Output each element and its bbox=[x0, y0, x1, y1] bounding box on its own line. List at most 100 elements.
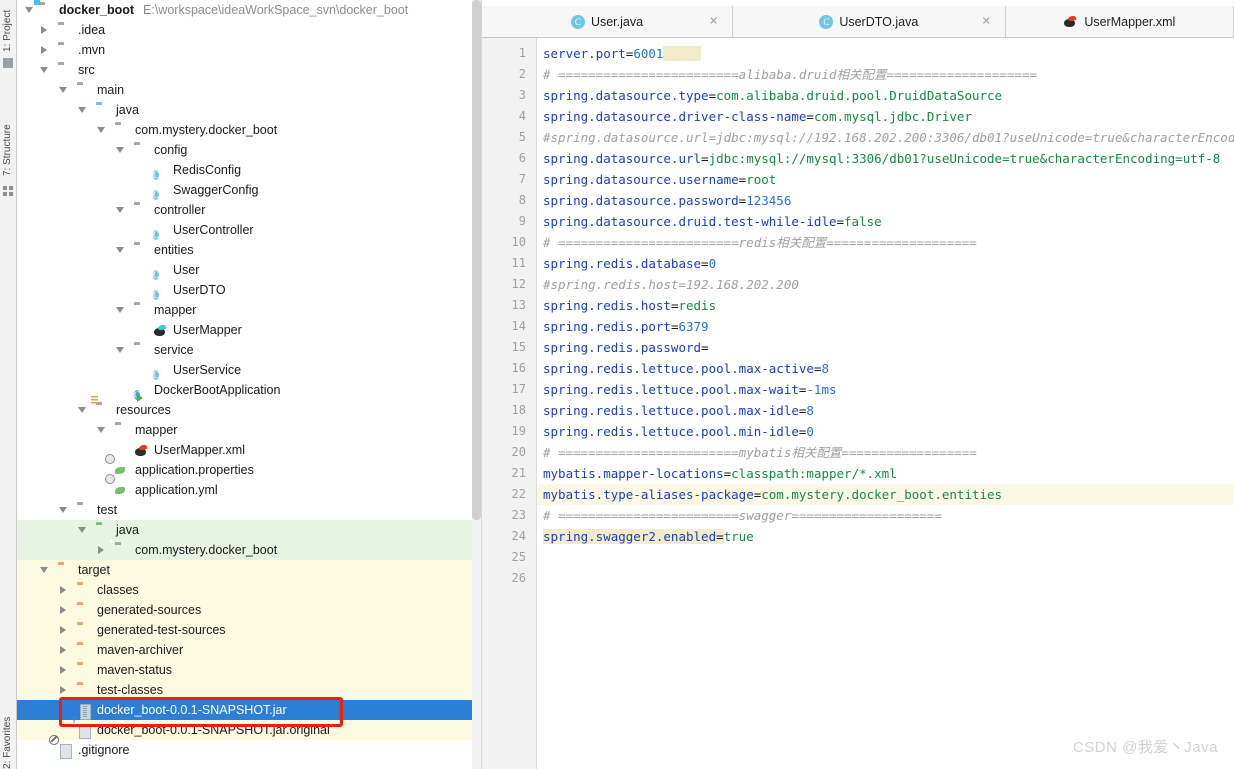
chevron-down-icon[interactable] bbox=[40, 67, 48, 73]
code-line[interactable]: #spring.redis.host=192.168.202.200 bbox=[537, 274, 1234, 295]
tree-row[interactable]: src bbox=[17, 60, 472, 80]
project-tree-panel[interactable]: docker_boot E:\workspace\ideaWorkSpace_sv… bbox=[17, 0, 472, 769]
chevron-right-icon[interactable] bbox=[41, 25, 47, 34]
chevron-right-icon[interactable] bbox=[60, 605, 66, 614]
code-line[interactable]: mybatis.mapper-locations=classpath:mappe… bbox=[537, 463, 1234, 484]
chevron-down-icon[interactable] bbox=[78, 527, 86, 533]
code-line[interactable]: spring.datasource.username=root bbox=[537, 169, 1234, 190]
code-line[interactable]: server.port=6001 bbox=[537, 43, 1234, 64]
chevron-down-icon[interactable] bbox=[116, 307, 124, 313]
code-line[interactable]: # ========================swagger=======… bbox=[537, 505, 1234, 526]
chevron-down-icon[interactable] bbox=[97, 127, 105, 133]
tree-row[interactable]: maven-archiver bbox=[17, 640, 472, 660]
tree-row[interactable]: ? docker_boot-0.0.1-SNAPSHOT.jar.original bbox=[17, 716, 472, 740]
code-line[interactable]: spring.redis.lettuce.pool.max-wait=-1ms bbox=[537, 379, 1234, 400]
tree-row[interactable]: UserMapper bbox=[17, 320, 472, 340]
code-line[interactable]: spring.datasource.url=jdbc:mysql://mysql… bbox=[537, 148, 1234, 169]
tree-row[interactable]: C DockerBootApplication bbox=[17, 380, 472, 400]
chevron-down-icon[interactable] bbox=[25, 7, 33, 13]
tree-row[interactable]: classes bbox=[17, 580, 472, 600]
code-content[interactable]: server.port=6001 # =====================… bbox=[537, 38, 1234, 769]
tree-row[interactable]: service bbox=[17, 339, 472, 360]
scrollbar-thumb[interactable] bbox=[472, 0, 481, 520]
code-line[interactable]: spring.swagger2.enabled=true bbox=[537, 526, 1234, 547]
chevron-right-icon[interactable] bbox=[60, 685, 66, 694]
code-editor[interactable]: 1 2 3 4 5 6 7 8 9 10 11 12 13 14 15 16 17 18 19 20 21 22 23 24 2… bbox=[482, 38, 1234, 769]
tool-tab-favorites[interactable]: 2: Favorites bbox=[0, 711, 16, 769]
tree-row[interactable]: application.yml bbox=[17, 474, 472, 500]
tree-row[interactable]: .gitignore bbox=[17, 735, 472, 760]
close-icon[interactable]: ✕ bbox=[709, 16, 718, 27]
chevron-down-icon[interactable] bbox=[97, 427, 105, 433]
tree-row[interactable]: C UserDTO bbox=[17, 280, 472, 300]
tree-row[interactable]: .mvn bbox=[17, 40, 472, 60]
code-line[interactable]: spring.redis.lettuce.pool.max-idle=8 bbox=[537, 400, 1234, 421]
tree-row[interactable]: C User bbox=[17, 260, 472, 280]
chevron-right-icon[interactable] bbox=[60, 645, 66, 654]
tree-row[interactable]: java bbox=[17, 100, 472, 120]
code-line[interactable]: spring.datasource.password=123456 bbox=[537, 190, 1234, 211]
tree-row[interactable]: com.mystery.docker_boot bbox=[17, 119, 472, 140]
chevron-right-icon[interactable] bbox=[60, 585, 66, 594]
tree-row[interactable]: resources bbox=[17, 396, 472, 420]
tree-row[interactable]: mapper bbox=[17, 299, 472, 320]
tree-row[interactable]: test bbox=[17, 500, 472, 520]
tree-row[interactable]: test-classes bbox=[17, 680, 472, 700]
code-line[interactable]: # ========================redis相关配置=====… bbox=[537, 232, 1234, 253]
code-line[interactable]: spring.redis.database=0 bbox=[537, 253, 1234, 274]
editor-tab[interactable]: C UserDTO.java ✕ bbox=[733, 6, 1006, 37]
chevron-right-icon[interactable] bbox=[41, 45, 47, 54]
tree-row[interactable]: com.mystery.docker_boot bbox=[17, 539, 472, 560]
code-line[interactable]: spring.redis.password= bbox=[537, 337, 1234, 358]
chevron-right-icon[interactable] bbox=[98, 545, 104, 554]
tree-row[interactable]: C UserService bbox=[17, 360, 472, 380]
code-line[interactable]: # ========================alibaba.druid相… bbox=[537, 64, 1234, 85]
chevron-down-icon[interactable] bbox=[59, 507, 67, 513]
code-line[interactable] bbox=[537, 547, 1234, 568]
chevron-right-icon[interactable] bbox=[60, 625, 66, 634]
tree-row[interactable]: entities bbox=[17, 239, 472, 260]
tree-row[interactable]: controller bbox=[17, 199, 472, 220]
code-line[interactable]: spring.redis.port=6379 bbox=[537, 316, 1234, 337]
tree-row[interactable]: application.properties bbox=[17, 454, 472, 480]
tool-tab-structure[interactable]: 7: Structure bbox=[0, 88, 16, 176]
code-line[interactable]: spring.datasource.druid.test-while-idle=… bbox=[537, 211, 1234, 232]
tree-row[interactable]: config bbox=[17, 139, 472, 160]
chevron-down-icon[interactable] bbox=[116, 247, 124, 253]
tree-row[interactable]: main bbox=[17, 80, 472, 100]
tree-row[interactable]: .idea bbox=[17, 20, 472, 40]
tree-row[interactable]: C SwaggerConfig bbox=[17, 180, 472, 200]
tool-tab-project[interactable]: 1: Project bbox=[0, 0, 16, 52]
tree-row[interactable]: generated-test-sources bbox=[17, 620, 472, 640]
editor-tab[interactable]: UserMapper.xml bbox=[1005, 6, 1234, 37]
tree-row[interactable]: C UserController bbox=[17, 220, 472, 240]
project-tree-scrollbar[interactable] bbox=[472, 0, 482, 769]
code-line[interactable]: #spring.datasource.url=jdbc:mysql://192.… bbox=[537, 127, 1234, 148]
chevron-right-icon[interactable] bbox=[60, 665, 66, 674]
code-line[interactable]: spring.redis.lettuce.pool.max-active=8 bbox=[537, 358, 1234, 379]
tree-row[interactable]: docker_boot-0.0.1-SNAPSHOT.jar bbox=[17, 700, 472, 720]
chevron-down-icon[interactable] bbox=[116, 207, 124, 213]
tree-row[interactable]: mapper bbox=[17, 420, 472, 440]
code-line[interactable]: # ========================mybatis相关配置===… bbox=[537, 442, 1234, 463]
code-line[interactable]: spring.datasource.type=com.alibaba.druid… bbox=[537, 85, 1234, 106]
tree-row[interactable]: java bbox=[17, 520, 472, 540]
tree-row-root[interactable]: docker_boot E:\workspace\ideaWorkSpace_sv… bbox=[17, 0, 472, 20]
code-line[interactable]: spring.redis.host=redis bbox=[537, 295, 1234, 316]
chevron-down-icon[interactable] bbox=[116, 347, 124, 353]
chevron-down-icon[interactable] bbox=[116, 147, 124, 153]
editor-tab[interactable]: C User.java ✕ bbox=[482, 6, 733, 37]
code-line[interactable] bbox=[537, 568, 1234, 589]
chevron-down-icon[interactable] bbox=[78, 407, 86, 413]
tree-row[interactable]: generated-sources bbox=[17, 600, 472, 620]
code-line[interactable]: mybatis.type-aliases-package=com.mystery… bbox=[537, 484, 1234, 505]
code-line[interactable]: spring.datasource.driver-class-name=com.… bbox=[537, 106, 1234, 127]
tree-row[interactable]: maven-status bbox=[17, 660, 472, 680]
chevron-down-icon[interactable] bbox=[59, 87, 67, 93]
tree-row[interactable]: C RedisConfig bbox=[17, 160, 472, 180]
tree-row[interactable]: target bbox=[17, 560, 472, 580]
tree-row[interactable]: UserMapper.xml bbox=[17, 440, 472, 460]
chevron-down-icon[interactable] bbox=[78, 107, 86, 113]
code-line[interactable]: spring.redis.lettuce.pool.min-idle=0 bbox=[537, 421, 1234, 442]
close-icon[interactable]: ✕ bbox=[982, 16, 991, 27]
